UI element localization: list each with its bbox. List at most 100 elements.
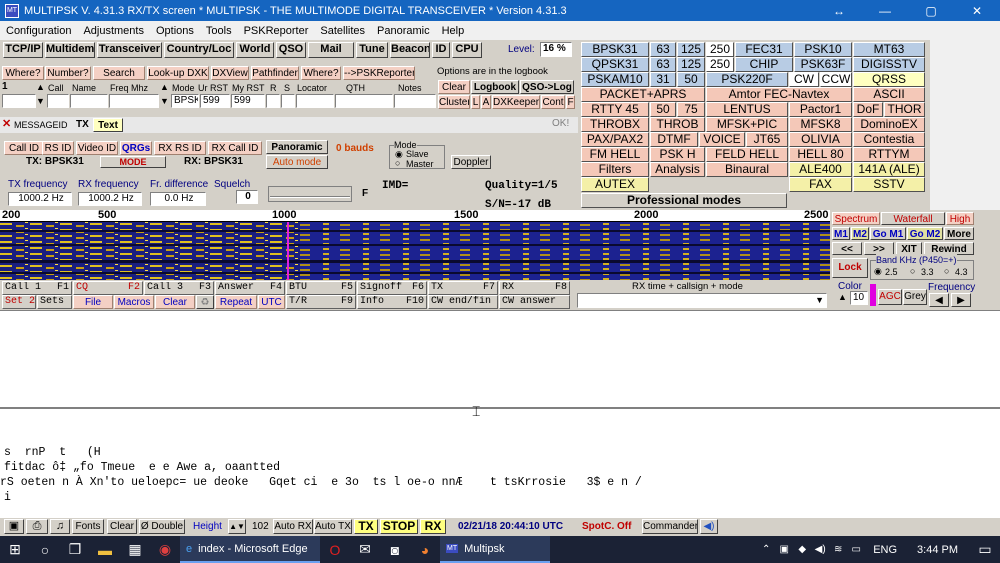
info-button[interactable]: Info F10 <box>357 295 427 309</box>
prev-button[interactable]: << <box>832 242 862 255</box>
close-button[interactable]: ✕ <box>954 4 1000 18</box>
windows-start-icon[interactable]: ⊞ <box>0 536 30 563</box>
rx-fkey-button[interactable]: RX F8 <box>499 281 570 295</box>
qso-button[interactable]: QSO <box>276 42 306 58</box>
rs-id-button[interactable]: RS ID <box>42 141 74 155</box>
store-icon[interactable]: ▦ <box>120 536 150 563</box>
clock[interactable]: 3:44 PM <box>917 544 958 556</box>
ur-rst-input[interactable]: 599 <box>200 94 230 108</box>
btu-button[interactable]: BTU F5 <box>286 281 356 295</box>
clear-fkey-button[interactable]: Clear <box>155 295 195 309</box>
master-radio[interactable]: ○ <box>395 157 400 169</box>
notes-input[interactable] <box>394 94 436 108</box>
tray-chevron-icon[interactable]: ⌃ <box>757 536 775 563</box>
country-loc-button[interactable]: Country/Loc <box>164 42 234 58</box>
band-33-radio[interactable]: ○ <box>910 265 915 277</box>
menu-pskreporter[interactable]: PSKReporter <box>238 25 315 37</box>
double-button[interactable]: Ø Double <box>139 519 185 534</box>
log-nav-up[interactable]: ▲ <box>36 81 45 93</box>
commander-button[interactable]: Commander <box>642 519 698 534</box>
maximize-button[interactable]: ▢ <box>908 4 954 18</box>
tx-freq-value[interactable]: 1000.2 Hz <box>8 192 72 206</box>
macros-button[interactable]: Macros <box>114 295 154 309</box>
squelch-slider[interactable] <box>268 186 352 202</box>
tray-volume-icon[interactable]: ◀) <box>811 536 829 563</box>
spotc-label[interactable]: SpotC. Off <box>582 521 631 533</box>
mode-bpsk63[interactable]: 63 <box>650 42 676 57</box>
binaural-button[interactable]: Binaural <box>706 162 788 177</box>
name-input[interactable] <box>70 94 108 108</box>
qso-log-button[interactable]: QSO->Log <box>520 80 574 94</box>
cw-end-button[interactable]: CW end/fin <box>428 295 498 309</box>
multipsk-task[interactable]: MT Multipsk <box>440 536 550 563</box>
s-input[interactable] <box>281 94 295 108</box>
mode-fec31[interactable]: FEC31 <box>735 42 793 57</box>
lookup-dxk-button[interactable]: Look-up DXK <box>147 66 209 80</box>
mode-hell80[interactable]: HELL 80 <box>789 147 852 162</box>
transceiver-button[interactable]: Transceiver <box>97 42 162 58</box>
signoff-button[interactable]: Signoff F6 <box>357 281 427 295</box>
mode-lentus[interactable]: LENTUS <box>706 102 788 117</box>
mode-bpsk125[interactable]: 125 <box>677 42 705 57</box>
minimize-button[interactable]: — <box>862 4 908 18</box>
qrgs-button[interactable]: QRGs <box>120 141 152 155</box>
waterfall-display[interactable] <box>0 222 830 280</box>
mode-dtmf[interactable]: DTMF <box>650 132 698 147</box>
high-button[interactable]: High <box>946 212 974 225</box>
grey-button[interactable]: Grey <box>903 289 927 305</box>
mode-mfsk8[interactable]: MFSK8 <box>789 117 852 132</box>
clear-rx-button[interactable]: Clear <box>107 519 137 534</box>
mode-fm-hell[interactable]: FM HELL <box>581 147 649 162</box>
diff-value[interactable]: 0.0 Hz <box>150 192 206 206</box>
text-button[interactable]: Text <box>93 118 123 132</box>
mode-feld-hell[interactable]: FELD HELL <box>706 147 788 162</box>
freq-left-icon[interactable]: ◀ <box>929 293 949 307</box>
answer-button[interactable]: Answer F4 <box>215 281 285 295</box>
mode-fax[interactable]: FAX <box>789 177 852 192</box>
mode-pskam10[interactable]: PSKAM10 <box>581 72 649 87</box>
tray-wifi-icon[interactable]: ≋ <box>829 536 847 563</box>
dxkeeper-button[interactable]: DXKeeper <box>492 95 540 109</box>
tr-button[interactable]: T/R F9 <box>286 295 356 309</box>
mode-voice[interactable]: VOICE <box>699 132 745 147</box>
mode-amtor[interactable]: Amtor FEC-Navtex <box>706 87 852 102</box>
mode-contestia[interactable]: Contestia <box>853 132 925 147</box>
tx-button[interactable]: TX <box>354 519 378 534</box>
ok-label[interactable]: OK! <box>552 118 569 130</box>
log-nav-down[interactable]: ▼ <box>36 95 45 107</box>
menu-options[interactable]: Options <box>150 25 200 37</box>
speaker-print-icon[interactable]: ♫ <box>50 519 70 534</box>
mode-ascii[interactable]: ASCII <box>853 87 925 102</box>
tx-text-area[interactable] <box>0 310 1000 407</box>
doppler-button[interactable]: Doppler <box>451 155 491 169</box>
tray-battery-icon[interactable]: ▭ <box>847 536 865 563</box>
freq-nav-down[interactable]: ▼ <box>160 95 169 107</box>
mode-qrss[interactable]: QRSS <box>853 72 925 87</box>
mode-141a-ale[interactable]: 141A (ALE) <box>853 162 925 177</box>
recycle-icon[interactable]: ♻ <box>196 295 214 309</box>
mode-psk63f[interactable]: PSK63F <box>794 57 852 72</box>
firefox-icon[interactable]: ◕ <box>410 536 440 563</box>
freq-input[interactable] <box>109 94 159 108</box>
search-icon[interactable]: ○ <box>30 536 60 563</box>
sets-button[interactable]: Sets <box>37 295 72 309</box>
chrome-icon[interactable]: ◉ <box>150 536 180 563</box>
mode-pskam50[interactable]: 50 <box>677 72 705 87</box>
dxview-button[interactable]: DXView <box>211 66 249 80</box>
save-icon[interactable]: ▣ <box>4 519 24 534</box>
auto-rx-button[interactable]: Auto RX <box>273 519 313 534</box>
pskreporter-button[interactable]: -->PSKReporter <box>343 66 415 80</box>
locator-input[interactable] <box>296 94 334 108</box>
mode-dominoex[interactable]: DominoEX <box>853 117 925 132</box>
mode-dof[interactable]: DoF <box>853 102 883 117</box>
professional-modes-button[interactable]: Professional modes <box>581 193 787 208</box>
mode-rttym[interactable]: RTTYM <box>853 147 925 162</box>
tray-network-icon[interactable]: ◆ <box>793 536 811 563</box>
mode-cw[interactable]: CW <box>789 72 819 87</box>
tcpip-button[interactable]: TCP/IP <box>3 42 43 58</box>
cw-answer-button[interactable]: CW answer <box>499 295 570 309</box>
call-id-button[interactable]: Call ID <box>4 141 44 155</box>
my-rst-input[interactable]: 599 <box>231 94 265 108</box>
qth-input[interactable] <box>335 94 393 108</box>
mode-throbx[interactable]: THROBX <box>581 117 649 132</box>
